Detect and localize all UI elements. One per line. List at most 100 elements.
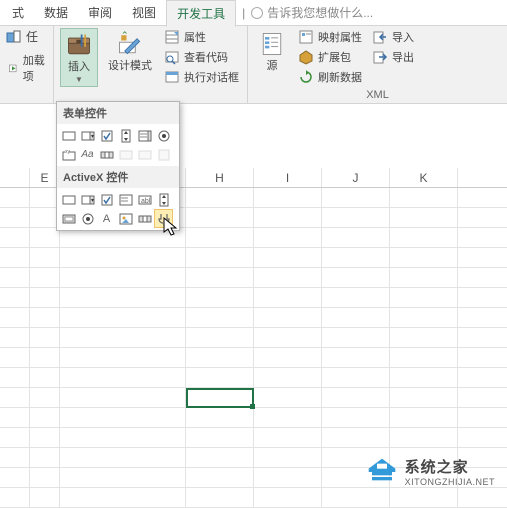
grid-row[interactable] xyxy=(0,288,507,308)
ribbon: 任 加载项 插入 ▼ 设计模式 xyxy=(0,26,507,104)
export-icon xyxy=(372,49,388,65)
activex-checkbox[interactable] xyxy=(97,190,116,209)
form-scrollbar[interactable] xyxy=(97,145,116,164)
activex-commandbutton[interactable] xyxy=(59,190,78,209)
form-checkbox[interactable] xyxy=(97,126,116,145)
map-properties-icon xyxy=(298,29,314,45)
col-h[interactable]: H xyxy=(186,168,254,187)
tab-developer[interactable]: 开发工具 xyxy=(166,0,236,27)
watermark-zh: 系统之家 xyxy=(405,456,495,477)
view-code-icon xyxy=(164,49,180,65)
properties-icon xyxy=(164,29,180,45)
grid-row[interactable] xyxy=(0,348,507,368)
form-edit-disabled xyxy=(154,145,173,164)
col-j[interactable]: J xyxy=(322,168,390,187)
form-controls-title: 表单控件 xyxy=(57,102,179,124)
insert-label: 插入 xyxy=(68,61,90,73)
grid-row[interactable] xyxy=(0,248,507,268)
com-addins-button[interactable]: 加载项 xyxy=(6,51,47,85)
import-button[interactable]: 导入 xyxy=(370,28,416,46)
tellme-box[interactable]: 告诉我您想做什么... xyxy=(251,4,373,21)
tab-separator: | xyxy=(242,6,245,20)
activex-listbox[interactable] xyxy=(116,190,135,209)
col-end xyxy=(458,168,507,187)
activex-spinner[interactable] xyxy=(154,190,173,209)
form-spinner[interactable] xyxy=(116,126,135,145)
com-addin-icon xyxy=(8,60,19,76)
grid-row[interactable] xyxy=(0,308,507,328)
form-label[interactable]: Aa xyxy=(78,145,97,164)
activex-togglebutton[interactable] xyxy=(59,209,78,228)
group-xml-label: XML xyxy=(254,89,501,103)
expansion-pack-icon xyxy=(298,49,314,65)
export-button[interactable]: 导出 xyxy=(370,48,416,66)
watermark-en: XITONGZHIJIA.NET xyxy=(405,477,495,487)
form-textfield-disabled xyxy=(116,145,135,164)
grid-row[interactable] xyxy=(0,408,507,428)
lightbulb-icon xyxy=(251,7,263,19)
activex-controls-title: ActiveX 控件 xyxy=(57,166,179,188)
form-button[interactable] xyxy=(59,126,78,145)
dropdown-arrow-icon: ▼ xyxy=(75,75,83,84)
grid-row[interactable] xyxy=(0,228,507,248)
selection-fill-handle[interactable] xyxy=(250,404,255,409)
activex-more-controls[interactable] xyxy=(154,209,173,228)
svg-text:abl: abl xyxy=(141,198,151,205)
xml-source-icon xyxy=(258,30,286,58)
run-dialog-button[interactable]: 执行对话框 xyxy=(162,68,241,86)
xml-source-label: 源 xyxy=(267,60,278,72)
svg-text:xy: xy xyxy=(65,149,71,155)
view-code-button[interactable]: 查看代码 xyxy=(162,48,241,66)
activex-image[interactable] xyxy=(116,209,135,228)
toolbox-icon xyxy=(65,31,93,59)
tab-data[interactable]: 数据 xyxy=(34,0,78,25)
xml-source-button[interactable]: 源 xyxy=(254,28,290,74)
col-sep xyxy=(0,168,30,187)
form-combobox[interactable] xyxy=(78,126,97,145)
cell-selection[interactable] xyxy=(186,388,254,408)
group-addins-label xyxy=(6,101,47,103)
design-mode-label: 设计模式 xyxy=(108,60,152,72)
activex-textbox[interactable]: abl xyxy=(135,190,154,209)
design-mode-icon xyxy=(116,30,144,58)
tab-formulas-partial[interactable]: 式 xyxy=(2,0,34,25)
expansion-pack-button[interactable]: 扩展包 xyxy=(296,48,364,66)
group-xml: 源 映射属性 扩展包 刷新数据 导入 xyxy=(248,26,507,103)
activex-label[interactable]: A xyxy=(97,209,116,228)
form-controls-grid: xy Aa xyxy=(57,124,179,166)
ribbon-tabs: 式 数据 审阅 视图 开发工具 | 告诉我您想做什么... xyxy=(0,0,507,26)
activex-scrollbar[interactable] xyxy=(135,209,154,228)
activex-combobox[interactable] xyxy=(78,190,97,209)
map-properties-button[interactable]: 映射属性 xyxy=(296,28,364,46)
form-combo-disabled xyxy=(135,145,154,164)
insert-controls-button[interactable]: 插入 ▼ xyxy=(60,28,98,87)
refresh-icon xyxy=(298,69,314,85)
form-groupbox[interactable]: xy xyxy=(59,145,78,164)
group-addins: 任 加载项 xyxy=(0,26,54,103)
watermark: 系统之家 XITONGZHIJIA.NET xyxy=(365,456,495,487)
form-listbox[interactable] xyxy=(135,126,154,145)
tab-view[interactable]: 视图 xyxy=(122,0,166,25)
grid-row[interactable] xyxy=(0,368,507,388)
properties-button[interactable]: 属性 xyxy=(162,28,241,46)
group-controls: 插入 ▼ 设计模式 属性 xyxy=(54,26,248,103)
col-k[interactable]: K xyxy=(390,168,458,187)
insert-controls-popup: 表单控件 xy Aa ActiveX 控件 abl A xyxy=(56,101,180,231)
grid-row[interactable] xyxy=(0,488,507,508)
tab-review[interactable]: 审阅 xyxy=(78,0,122,25)
import-icon xyxy=(372,29,388,45)
refresh-data-button[interactable]: 刷新数据 xyxy=(296,68,364,86)
addin-icon xyxy=(6,29,22,45)
activex-controls-grid: abl A xyxy=(57,188,179,230)
excel-addins-partial[interactable]: 任 xyxy=(6,28,38,45)
run-dialog-icon xyxy=(164,69,180,85)
col-i[interactable]: I xyxy=(254,168,322,187)
grid-row[interactable] xyxy=(0,328,507,348)
tellme-placeholder: 告诉我您想做什么... xyxy=(267,4,373,21)
grid-row[interactable] xyxy=(0,268,507,288)
grid-row[interactable] xyxy=(0,428,507,448)
watermark-logo-icon xyxy=(365,457,399,487)
design-mode-button[interactable]: 设计模式 xyxy=(104,28,156,74)
form-optionbutton[interactable] xyxy=(154,126,173,145)
activex-optionbutton[interactable] xyxy=(78,209,97,228)
